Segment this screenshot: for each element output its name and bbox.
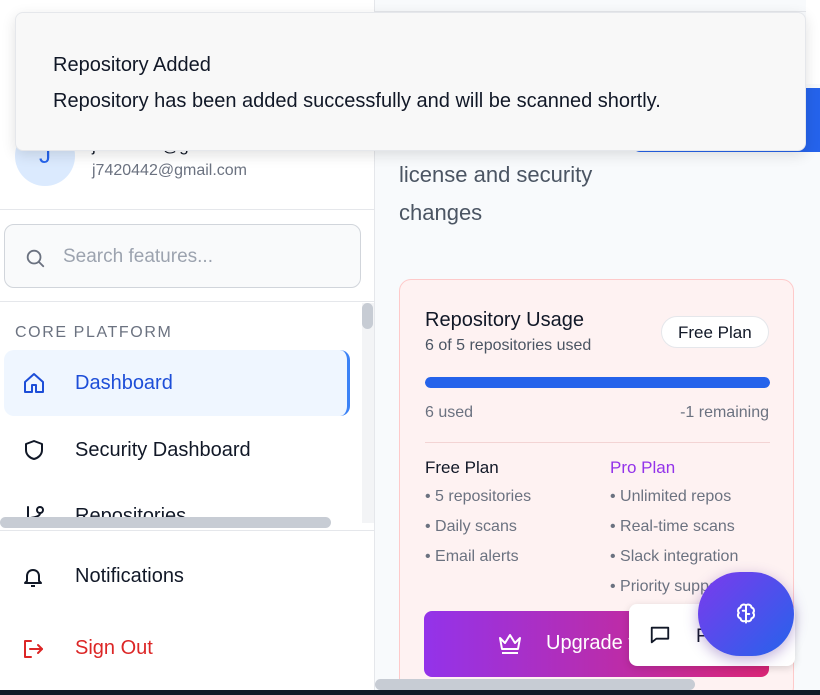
plan-feature: • 5 repositories <box>425 488 532 505</box>
ai-assistant-button[interactable] <box>698 572 794 656</box>
search-field[interactable] <box>4 224 361 288</box>
toast-message: Repository has been added successfully a… <box>53 90 661 112</box>
plan-feature: • Real-time scans <box>610 518 735 535</box>
message-square-icon <box>650 626 670 644</box>
window-edge <box>806 0 820 84</box>
sign-out-button[interactable]: Sign Out <box>0 619 375 679</box>
search-icon <box>26 249 45 268</box>
free-plan-column: Free Plan • 5 repositories • Daily scans… <box>425 458 531 572</box>
nav-horizontal-scrollbar[interactable] <box>0 517 331 528</box>
toast-title: Repository Added <box>53 54 211 76</box>
sidebar-item-label: Security Dashboard <box>75 438 251 461</box>
plan-feature: • Daily scans <box>425 518 517 535</box>
sign-out-icon <box>24 640 43 658</box>
brain-icon <box>736 603 756 624</box>
usage-progress-bar <box>425 377 770 388</box>
shield-icon <box>25 440 43 460</box>
main-header <box>375 0 820 12</box>
plan-feature: • Email alerts <box>425 548 519 565</box>
sidebar-item-label: Dashboard <box>75 371 173 394</box>
used-count: 6 used <box>425 404 474 421</box>
main-horizontal-scrollbar[interactable] <box>375 679 695 690</box>
search-input[interactable] <box>63 243 343 271</box>
usage-title: Repository Usage <box>425 309 584 331</box>
sidebar-footer: Notifications Sign Out <box>0 530 375 690</box>
remaining-count: -1 remaining <box>680 404 769 421</box>
hero-description: license and security changes <box>399 162 593 225</box>
usage-subtitle: 6 of 5 repositories used <box>425 337 592 354</box>
plan-badge: Free Plan <box>661 316 769 348</box>
sign-out-label: Sign Out <box>75 637 153 659</box>
window-bottom-edge <box>0 690 820 695</box>
pro-plan-title: Pro Plan <box>610 458 676 477</box>
sidebar-item-dashboard[interactable]: Dashboard <box>4 350 350 416</box>
user-email: j7420442@gmail.com <box>92 162 247 179</box>
plan-feature: • Slack integration <box>610 548 739 565</box>
divider <box>425 442 770 443</box>
sidebar-item-security-dashboard[interactable]: Security Dashboard <box>4 417 350 483</box>
nav-vertical-scrollbar[interactable] <box>362 303 373 329</box>
free-plan-title: Free Plan <box>425 458 499 477</box>
nav-scrollbar-track <box>362 303 374 523</box>
nav-list: CORE PLATFORM Dashboard Security Dashboa… <box>0 301 375 529</box>
notifications-label: Notifications <box>75 565 184 587</box>
home-icon <box>24 373 44 393</box>
bell-icon <box>24 569 42 587</box>
toast-notification[interactable]: Repository Added Repository has been add… <box>15 12 806 151</box>
crown-icon <box>499 634 521 654</box>
plan-feature: • Unlimited repos <box>610 488 732 505</box>
sidebar-item-notifications[interactable]: Notifications <box>0 547 375 607</box>
usage-progress-fill <box>425 377 770 388</box>
nav-section-label: CORE PLATFORM <box>15 324 173 341</box>
